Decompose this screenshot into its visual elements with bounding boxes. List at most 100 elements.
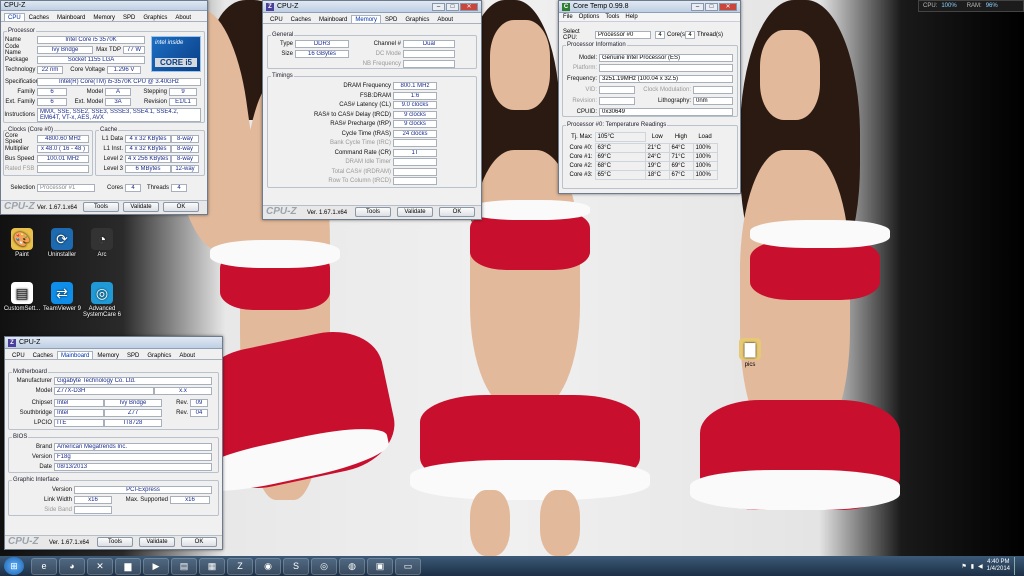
- desktop-icon-pics[interactable]: ▇ pics: [728, 338, 772, 368]
- core-temp: 68°C: [594, 161, 646, 171]
- maximize-button[interactable]: □: [705, 2, 718, 11]
- timing-value: 9.0 clocks: [393, 101, 437, 109]
- origin-icon[interactable]: ◎: [311, 557, 337, 575]
- tab-graphics[interactable]: Graphics: [139, 13, 171, 21]
- tab-graphics[interactable]: Graphics: [401, 15, 433, 23]
- model-label: Model: [35, 388, 52, 394]
- menu-tools[interactable]: Tools: [605, 14, 619, 20]
- corevoltage-value: 1.296 V: [107, 66, 141, 74]
- nbfreq-label: NB Frequency: [362, 61, 401, 67]
- desktop-icon-arc[interactable]: ◔ Arc: [80, 228, 124, 258]
- desktop-icon-systemcare[interactable]: ◎ Advanced SystemCare 6: [80, 282, 124, 318]
- validate-button[interactable]: Validate: [139, 537, 175, 547]
- gi-version-label: Version: [51, 487, 72, 493]
- tools-button[interactable]: Tools: [355, 207, 391, 217]
- group-label: Graphic Interface: [12, 477, 61, 483]
- tools-button[interactable]: Tools: [83, 202, 119, 212]
- chart-icon[interactable]: ▦: [199, 557, 225, 575]
- tab-cpu[interactable]: CPU: [266, 15, 287, 23]
- ok-button[interactable]: OK: [181, 537, 217, 547]
- ie-icon[interactable]: e: [31, 557, 57, 575]
- xbox-icon[interactable]: ✕: [87, 557, 113, 575]
- tab-caches[interactable]: Caches: [29, 351, 57, 359]
- title-bar[interactable]: Z CPU-Z – □ ✕: [263, 1, 481, 13]
- timing-row: FSB:DRAM 1:6: [267, 91, 437, 100]
- tab-caches[interactable]: Caches: [287, 15, 315, 23]
- timing-row: CAS# Latency (CL) 9.0 clocks: [267, 101, 437, 109]
- tab-cpu[interactable]: CPU: [8, 351, 29, 359]
- desktop-icon-uninstaller[interactable]: ⟳ Uninstaller: [40, 228, 84, 258]
- processor-select[interactable]: Processor #1: [37, 184, 95, 192]
- menu-options[interactable]: Options: [579, 14, 600, 20]
- timing-value: 9 clocks: [393, 120, 437, 128]
- maximize-button[interactable]: □: [446, 2, 459, 11]
- tab-caches[interactable]: Caches: [25, 13, 53, 21]
- core-name: Core #2:: [569, 163, 593, 169]
- steam-icon[interactable]: ◍: [339, 557, 365, 575]
- media-icon[interactable]: ▶: [143, 557, 169, 575]
- app-icon[interactable]: ▤: [171, 557, 197, 575]
- core-high: 64°C: [668, 143, 694, 153]
- tab-spd[interactable]: SPD: [381, 15, 401, 23]
- close-button[interactable]: ✕: [460, 2, 478, 11]
- cpuz-mainboard-window[interactable]: Z CPU-Z CPU Caches Mainboard Memory SPD …: [4, 336, 223, 550]
- tab-memory[interactable]: Memory: [351, 15, 382, 23]
- lithography-value: 0nm: [693, 97, 733, 105]
- desktop-icon-customsettings[interactable]: ▤ CustomSett...: [0, 282, 44, 312]
- timing-label: Cycle Time (tRAS): [341, 130, 391, 137]
- tab-about[interactable]: About: [175, 351, 199, 359]
- model-value: Genuine Intel Processor (ES): [599, 54, 733, 62]
- desktop-icon-teamviewer[interactable]: ⇄ TeamViewer 9: [40, 282, 84, 312]
- desktop-icon-paint[interactable]: 🎨 Paint: [0, 228, 44, 258]
- tab-mainboard[interactable]: Mainboard: [57, 351, 94, 359]
- tab-cpu[interactable]: CPU: [4, 13, 25, 21]
- title-bar[interactable]: Z CPU-Z: [5, 337, 222, 349]
- tab-spd[interactable]: SPD: [119, 13, 139, 21]
- tray-volume-icon[interactable]: ◀: [978, 563, 983, 570]
- threads-count: 4: [685, 31, 695, 39]
- tab-memory[interactable]: Memory: [89, 13, 119, 21]
- intel-core-i5-logo: intel inside CORE i5: [151, 36, 201, 72]
- model-revision: x.x: [154, 387, 212, 395]
- cpuz-cpu-window[interactable]: CPU-Z CPU Caches Mainboard Memory SPD Gr…: [0, 0, 208, 215]
- tab-graphics[interactable]: Graphics: [143, 351, 175, 359]
- tab-memory[interactable]: Memory: [93, 351, 123, 359]
- network-icon[interactable]: ◉: [255, 557, 281, 575]
- cpu-select[interactable]: Processor #0: [595, 31, 651, 39]
- menu-file[interactable]: File: [563, 14, 573, 20]
- monitor-icon[interactable]: ▣: [367, 557, 393, 575]
- tray-network-icon[interactable]: ▮: [971, 563, 974, 570]
- close-button[interactable]: ✕: [719, 2, 737, 11]
- title-bar[interactable]: C Core Temp 0.99.8 – □ ✕: [559, 1, 740, 13]
- explorer-icon[interactable]: ▆: [115, 557, 141, 575]
- taskbar-apps: e ◕ ✕ ▆ ▶ ▤ ▦ Z ◉ S ◎ ◍ ▣ ▭: [30, 557, 422, 575]
- validate-button[interactable]: Validate: [123, 202, 159, 212]
- intel-inside-text: intel inside: [155, 40, 184, 46]
- clock[interactable]: 4:40 PM 1/4/2014: [987, 559, 1010, 573]
- screen-icon[interactable]: ▭: [395, 557, 421, 575]
- tray-flag-icon[interactable]: ⚑: [961, 563, 966, 570]
- start-button[interactable]: ⊞: [4, 557, 24, 575]
- ram-meter-value: 96%: [985, 3, 998, 9]
- tab-mainboard[interactable]: Mainboard: [53, 13, 89, 21]
- tab-mainboard[interactable]: Mainboard: [315, 15, 351, 23]
- title-bar[interactable]: CPU-Z: [1, 1, 207, 11]
- ok-button[interactable]: OK: [439, 207, 475, 217]
- ok-button[interactable]: OK: [163, 202, 199, 212]
- southbridge-model: Z77: [104, 409, 162, 417]
- minimize-button[interactable]: –: [432, 2, 445, 11]
- tools-button[interactable]: Tools: [97, 537, 133, 547]
- skype-icon[interactable]: S: [283, 557, 309, 575]
- coretemp-window[interactable]: C Core Temp 0.99.8 – □ ✕ File Options Tool…: [558, 0, 741, 194]
- show-desktop-button[interactable]: [1014, 557, 1020, 575]
- tab-about[interactable]: About: [433, 15, 457, 23]
- validate-button[interactable]: Validate: [397, 207, 433, 217]
- cpuz-memory-window[interactable]: Z CPU-Z – □ ✕ CPU Caches Mainboard Memory …: [262, 0, 482, 220]
- tab-spd[interactable]: SPD: [123, 351, 143, 359]
- tab-about[interactable]: About: [171, 13, 195, 21]
- menu-help[interactable]: Help: [625, 14, 637, 20]
- group-label: General: [271, 32, 295, 38]
- cpuz-icon[interactable]: Z: [227, 557, 253, 575]
- minimize-button[interactable]: –: [691, 2, 704, 11]
- firefox-icon[interactable]: ◕: [59, 557, 85, 575]
